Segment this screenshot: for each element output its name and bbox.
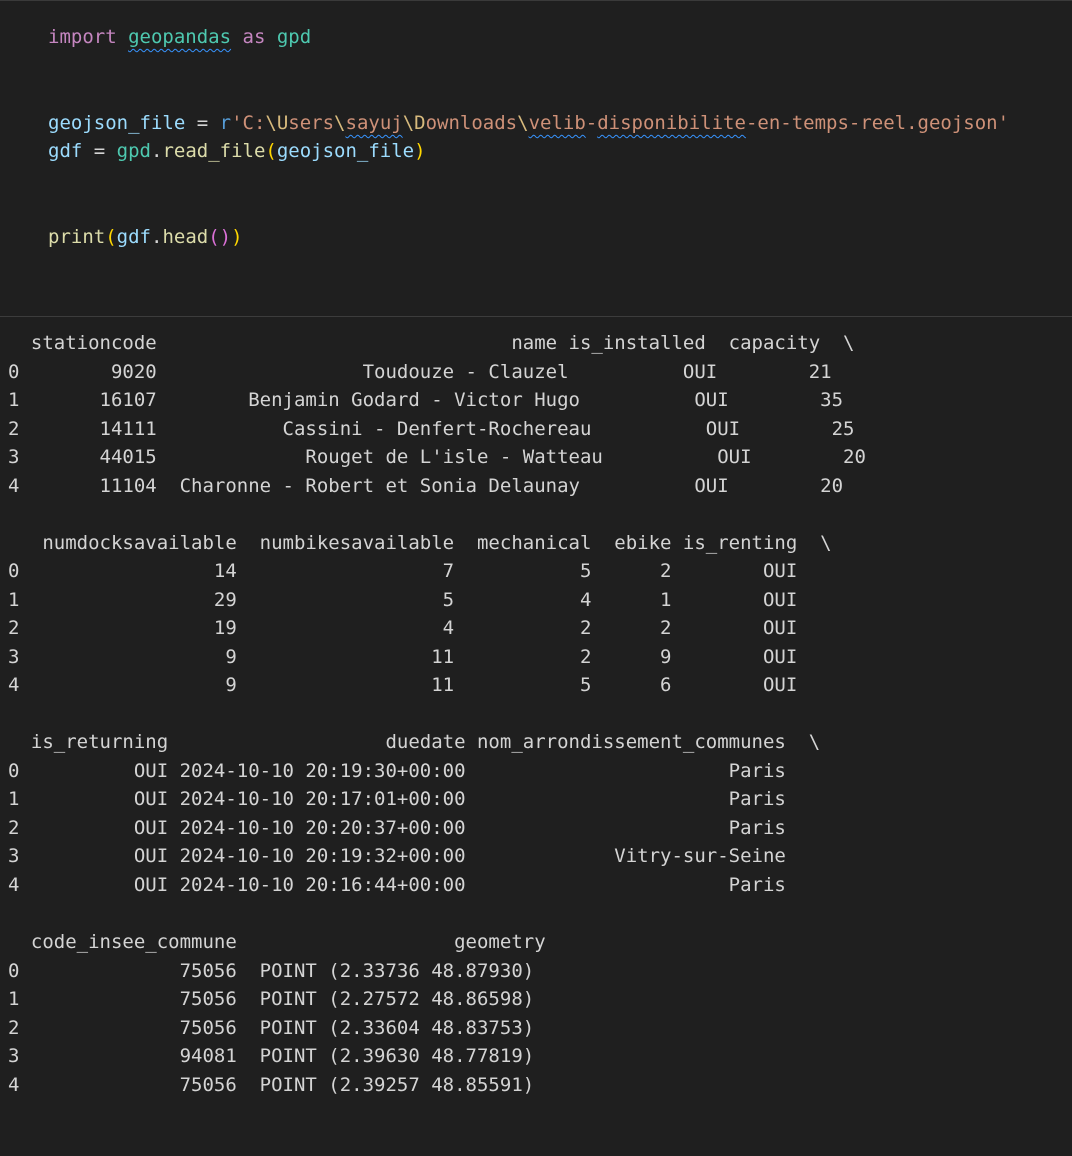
raw-string-prefix: r (219, 112, 232, 134)
string-part: 'C: (231, 112, 266, 134)
output-line: 2 14111 Cassini - Denfert-Rochereau OUI … (8, 418, 889, 440)
output-line: 4 OUI 2024-10-10 20:16:44+00:00 Paris (8, 874, 821, 896)
string-part-username: sayuj (345, 112, 403, 134)
keyword-import: import (48, 26, 117, 48)
output-line: 4 11104 Charonne - Robert et Sonia Delau… (8, 475, 878, 497)
paren-open: ( (105, 226, 117, 248)
output-line: 3 OUI 2024-10-10 20:19:32+00:00 Vitry-su… (8, 845, 821, 867)
method-head: head (162, 226, 209, 248)
string-part: sers (288, 112, 335, 134)
output-line: 2 19 4 2 2 OUI (8, 617, 832, 639)
output-line: 1 16107 Benjamin Godard - Victor Hugo OU… (8, 389, 878, 411)
function-print: print (48, 226, 106, 248)
output-line: 2 OUI 2024-10-10 20:20:37+00:00 Paris (8, 817, 821, 839)
cell-output[interactable]: stationcode name is_installed capacity \… (0, 317, 1072, 1156)
string-escape: \ (334, 112, 346, 134)
output-line: numdocksavailable numbikesavailable mech… (8, 532, 832, 554)
paren-pair: () (208, 226, 232, 248)
output-line: 1 29 5 4 1 OUI (8, 589, 832, 611)
assign-operator: = (185, 112, 220, 134)
variable-gdf: gdf (48, 140, 83, 162)
output-line: 4 9 11 5 6 OUI (8, 674, 832, 696)
keyword-as: as (242, 26, 266, 48)
module-name: geopandas (128, 26, 232, 48)
output-line: 0 14 7 5 2 OUI (8, 560, 832, 582)
output-line: 0 75056 POINT (2.33736 48.87930) (8, 960, 558, 982)
variable-geojson-file: geojson_file (48, 112, 186, 134)
code-line-geojson-path[interactable]: geojson_file = r'C:\Users\sayuj\Download… (48, 109, 1009, 137)
paren-close: ) (231, 226, 243, 248)
string-escape: \ (517, 112, 529, 134)
output-line: 4 75056 POINT (2.39257 48.85591) (8, 1074, 558, 1096)
output-line: 1 OUI 2024-10-10 20:17:01+00:00 Paris (8, 788, 821, 810)
output-line: 3 94081 POINT (2.39630 48.77819) (8, 1045, 558, 1067)
output-line: 0 9020 Toudouze - Clauzel OUI 21 (8, 361, 866, 383)
string-part: - (585, 112, 598, 134)
paren-close: ) (414, 140, 426, 162)
code-editor[interactable]: import geopandas as gpd geojson_file = r… (0, 0, 1072, 316)
code-line-read-file[interactable]: gdf = gpd.read_file(geojson_file) (48, 137, 426, 165)
variable-gdf: gdf (116, 226, 151, 248)
output-line: code_insee_commune geometry (8, 931, 569, 953)
string-part-velib: velib (528, 112, 586, 134)
module-alias: gpd (116, 140, 151, 162)
output-line: stationcode name is_installed capacity \ (8, 332, 855, 354)
paren-open: ( (265, 140, 277, 162)
output-line: 0 OUI 2024-10-10 20:19:30+00:00 Paris (8, 760, 821, 782)
string-escape: \U (265, 112, 289, 134)
code-line-print[interactable]: print(gdf.head()) (48, 223, 243, 251)
output-line: 3 9 11 2 9 OUI (8, 646, 832, 668)
output-line: 2 75056 POINT (2.33604 48.83753) (8, 1017, 558, 1039)
code-line-import[interactable]: import geopandas as gpd (48, 23, 311, 51)
argument-geojson-file: geojson_file (276, 140, 415, 162)
module-alias: gpd (276, 26, 312, 48)
string-part-disponibilite: disponibilite (597, 112, 746, 134)
string-part: ownloads (425, 112, 518, 134)
output-line: 3 44015 Rouget de L'isle - Watteau OUI 2… (8, 446, 901, 468)
function-read-file: read_file (162, 140, 266, 162)
output-line: 1 75056 POINT (2.27572 48.86598) (8, 988, 558, 1010)
dot-operator: . (150, 140, 163, 162)
assign-operator: = (82, 140, 117, 162)
string-escape: \D (402, 112, 426, 134)
dot-operator: . (150, 226, 163, 248)
string-part: -en-temps-reel.geojson' (745, 112, 1010, 134)
output-line: is_returning duedate nom_arrondissement_… (8, 731, 821, 753)
